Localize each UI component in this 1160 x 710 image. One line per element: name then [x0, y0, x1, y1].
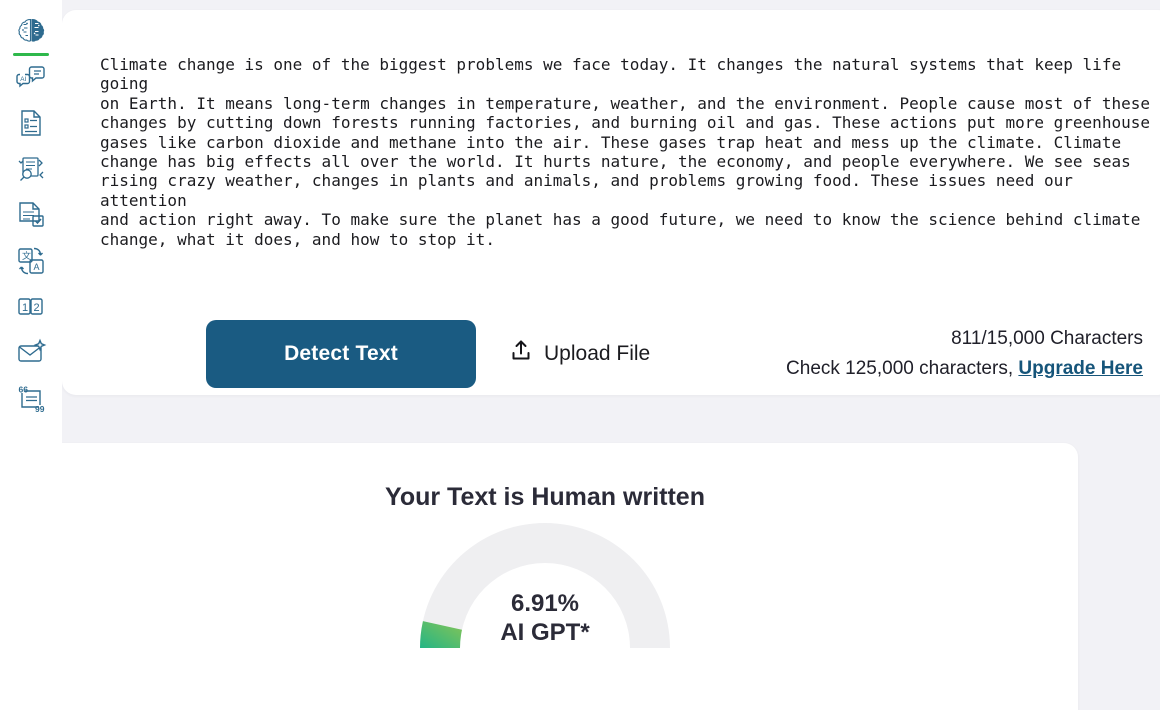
sidebar-item-grammar-check[interactable] [7, 192, 55, 238]
sidebar-item-citation-generator[interactable]: 66 99 [7, 376, 55, 422]
svg-text:1: 1 [22, 302, 28, 314]
sidebar-item-plagiarism-search[interactable] [7, 146, 55, 192]
document-magnifier-icon [14, 152, 48, 186]
number-counter-icon: 1 2 [14, 290, 48, 324]
ai-chat-bubble-icon: AI [14, 60, 48, 94]
ai-score-gauge: 6.91% AI GPT* [415, 518, 675, 658]
translate-icon: 文 A [14, 244, 48, 278]
text-input-card: Climate change is one of the biggest pro… [62, 10, 1160, 395]
quotation-marks-icon: 66 99 [14, 382, 48, 416]
document-check-icon [14, 198, 48, 232]
svg-text:A: A [34, 262, 40, 272]
sidebar-item-word-counter[interactable]: 1 2 [7, 284, 55, 330]
document-list-icon [14, 106, 48, 140]
brain-ai-icon [14, 14, 48, 48]
detect-text-button[interactable]: Detect Text [206, 320, 476, 388]
email-sparkle-icon [14, 336, 48, 370]
upgrade-here-link[interactable]: Upgrade Here [1018, 358, 1143, 379]
text-input-area[interactable]: Climate change is one of the biggest pro… [100, 55, 1152, 249]
sidebar-item-ai-chat[interactable]: AI [7, 54, 55, 100]
upload-file-label: Upload File [544, 341, 651, 365]
sidebar-item-content-list[interactable] [7, 100, 55, 146]
upload-icon [508, 338, 534, 369]
svg-text:2: 2 [34, 302, 40, 314]
result-title: Your Text is Human written [385, 483, 705, 511]
svg-text:AI: AI [20, 76, 26, 83]
upload-file-button[interactable]: Upload File [508, 338, 650, 369]
sidebar-item-translator[interactable]: 文 A [7, 238, 55, 284]
upgrade-prefix-label: Check 125,000 characters, [786, 358, 1019, 379]
left-sidebar: AI 文 A 1 2 66 99 [0, 0, 62, 710]
character-counter: 811/15,000 Characters Check 125,000 char… [786, 324, 1143, 384]
sidebar-item-ai-detector[interactable] [7, 8, 55, 56]
input-action-row: Detect Text Upload File 811/15,000 Chara… [62, 310, 1160, 402]
result-card: Your Text is Human written 6.91% AI GPT* [12, 443, 1078, 710]
character-count-label: 811/15,000 Characters [951, 328, 1143, 349]
upgrade-line: Check 125,000 characters, Upgrade Here [786, 354, 1143, 384]
sidebar-item-email-writer[interactable] [7, 330, 55, 376]
svg-text:99: 99 [35, 404, 45, 414]
ai-detector-page: AI 文 A 1 2 66 99 Climate change is one o… [0, 0, 1160, 710]
svg-text:66: 66 [19, 385, 29, 395]
gauge-svg [420, 523, 670, 648]
